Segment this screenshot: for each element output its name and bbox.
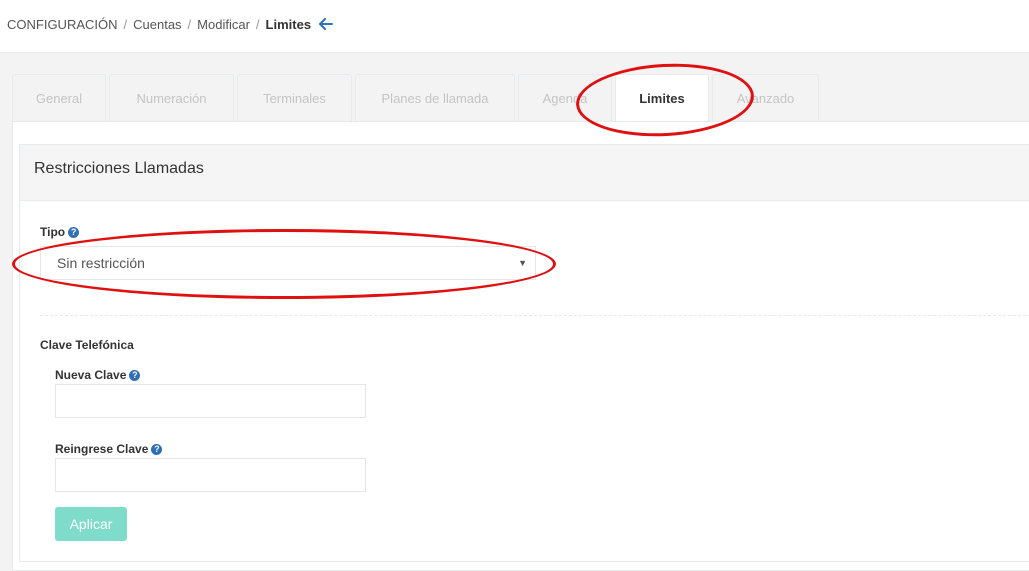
tipo-select-value: Sin restricción	[57, 255, 145, 271]
restricciones-box: Restricciones Llamadas Tipo? Sin restric…	[19, 144, 1029, 562]
question-circle-icon[interactable]: ?	[68, 227, 80, 238]
reingrese-clave-input[interactable]	[55, 458, 366, 492]
section-title: Restricciones Llamadas	[20, 145, 1029, 201]
caret-down-icon: ▼	[518, 258, 527, 268]
nueva-clave-input[interactable]	[55, 384, 366, 418]
breadcrumb-separator: /	[255, 17, 260, 32]
tab-content-panel: Restricciones Llamadas Tipo? Sin restric…	[12, 121, 1029, 571]
aplicar-button[interactable]: Aplicar	[55, 507, 127, 541]
tab-terminales[interactable]: Terminales	[237, 74, 352, 122]
tab-limites[interactable]: Limites	[615, 74, 709, 123]
tipo-label-text: Tipo	[40, 225, 66, 239]
tipo-select[interactable]: Sin restricción ▼	[40, 246, 536, 280]
tab-avanzado[interactable]: Avanzado	[712, 74, 819, 122]
arrow-left-icon[interactable]	[319, 18, 334, 33]
question-circle-icon[interactable]: ?	[151, 444, 163, 455]
breadcrumb-separator: /	[123, 17, 128, 32]
clave-telefonica-label: Clave Telefónica	[40, 338, 134, 352]
breadcrumb-current: Limites	[265, 17, 312, 32]
breadcrumb: CONFIGURACIÓN / Cuentas / Modificar / Limites	[7, 17, 334, 33]
top-bar: CONFIGURACIÓN / Cuentas / Modificar / Limites	[0, 0, 1029, 53]
breadcrumb-modificar[interactable]: Modificar	[197, 17, 250, 32]
tab-numeracion[interactable]: Numeración	[109, 74, 234, 122]
breadcrumb-configuracion[interactable]: CONFIGURACIÓN	[7, 17, 118, 32]
tab-agenda[interactable]: Agenda	[518, 74, 612, 122]
reingrese-clave-label-text: Reingrese Clave	[55, 442, 149, 456]
nueva-clave-label-text: Nueva Clave	[55, 368, 127, 382]
question-circle-icon[interactable]: ?	[129, 370, 141, 381]
breadcrumb-cuentas[interactable]: Cuentas	[133, 17, 181, 32]
breadcrumb-separator: /	[187, 17, 192, 32]
tipo-label: Tipo?	[40, 225, 80, 239]
reingrese-clave-label: Reingrese Clave?	[55, 442, 163, 456]
tab-planes-de-llamada[interactable]: Planes de llamada	[355, 74, 515, 122]
nueva-clave-label: Nueva Clave?	[55, 368, 141, 382]
section-divider	[40, 315, 1029, 316]
tab-general[interactable]: General	[12, 74, 106, 122]
